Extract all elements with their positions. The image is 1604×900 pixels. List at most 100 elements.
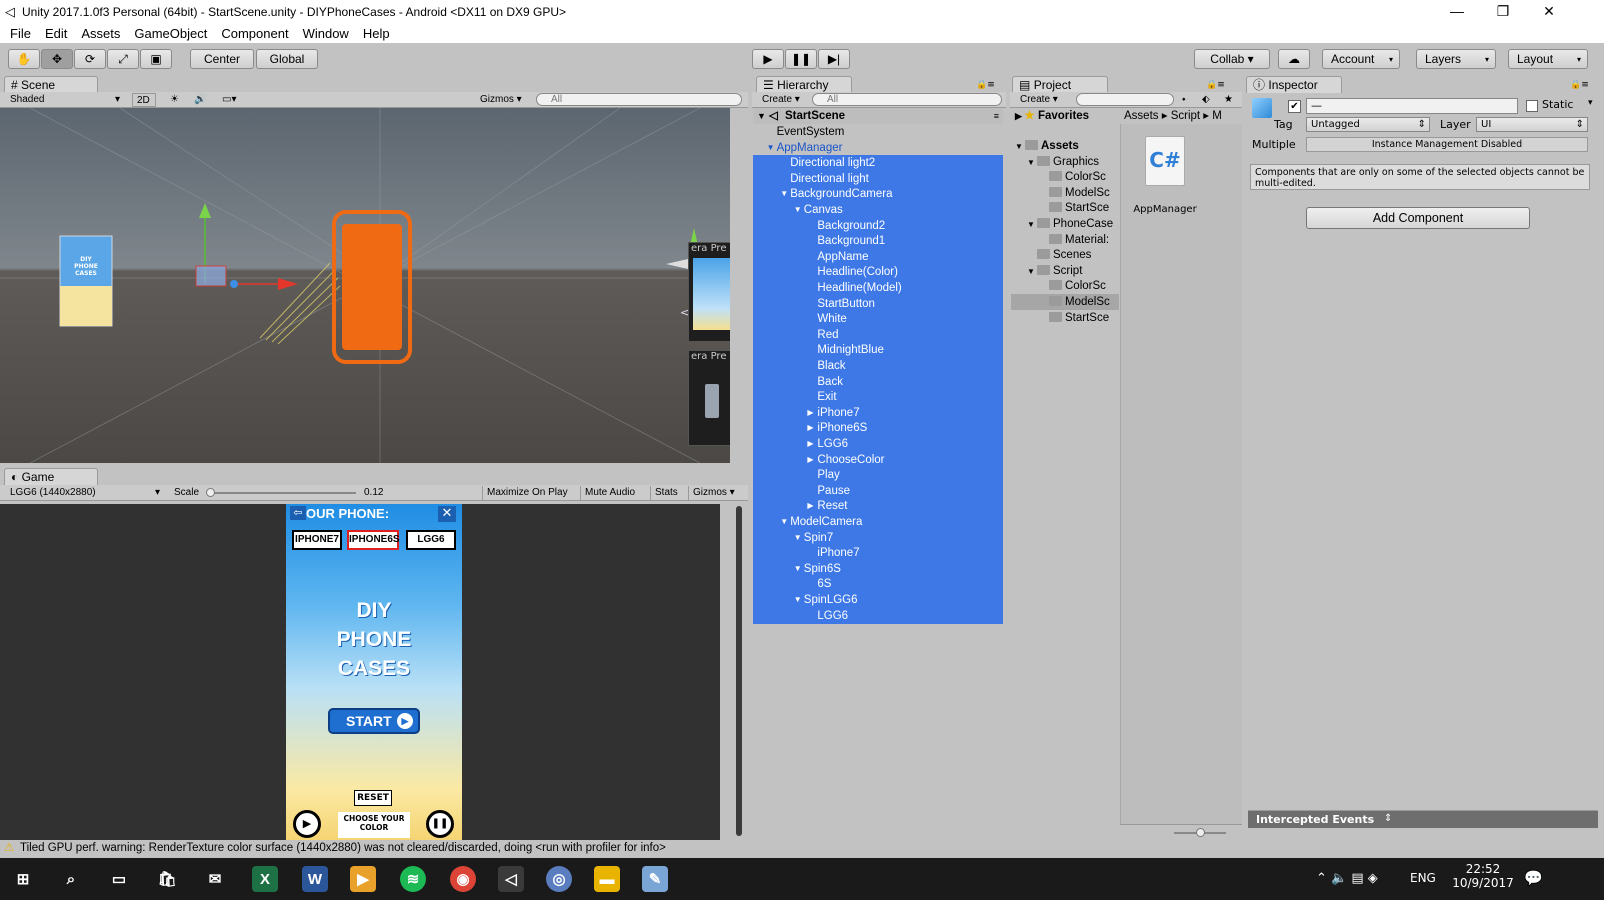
tree-arrow-icon[interactable]: ▼ [1027, 264, 1037, 280]
hierarchy-item[interactable]: Pause [753, 482, 1003, 499]
iphone6s-button[interactable]: IPHONE6S [347, 530, 400, 550]
maximize-button[interactable]: ❐ [1480, 0, 1526, 24]
notifications-icon[interactable]: 💬 [1524, 869, 1543, 887]
hierarchy-item[interactable]: EventSystem [753, 124, 1003, 140]
tab-game[interactable]: ◐ Game [4, 468, 98, 485]
audio-toggle-icon[interactable]: 🔊 [190, 93, 206, 107]
expand-arrow-icon[interactable]: ▼ [794, 202, 802, 218]
active-checkbox[interactable]: ✔ [1288, 100, 1301, 113]
hierarchy-create-dropdown[interactable]: Create ▾ [758, 93, 808, 107]
hierarchy-item[interactable]: ▼ Spin6S [753, 560, 1003, 577]
icon-size-handle[interactable] [1196, 828, 1205, 837]
menu-edit[interactable]: Edit [45, 26, 67, 41]
intercepted-events-bar[interactable]: Intercepted Events ⇕ [1248, 810, 1598, 828]
filter-label-icon[interactable]: ⬖ [1198, 93, 1214, 107]
hierarchy-item[interactable]: ▼ AppManager [753, 140, 1003, 156]
project-folder-item[interactable]: Scenes [1011, 247, 1119, 263]
favorite-star-icon[interactable]: ★ [1220, 93, 1236, 107]
media-player-icon[interactable]: ▶ [350, 866, 376, 892]
pivot-center-button[interactable]: Center [190, 49, 254, 69]
hand-tool-button[interactable]: ✋ [8, 49, 40, 69]
collab-button[interactable]: Collab ▾ [1194, 49, 1270, 69]
static-dropdown-icon[interactable]: ▾ [1588, 98, 1593, 108]
layer-dropdown[interactable]: UI ⇕ [1476, 117, 1588, 132]
tab-scene[interactable]: # Scene [4, 76, 98, 93]
scene-root-row[interactable]: ▼ ◁ StartScene ≡ [753, 108, 1003, 124]
hierarchy-item[interactable]: LGG6 [753, 607, 1003, 624]
hierarchy-item[interactable]: Back [753, 373, 1003, 390]
project-folder-item[interactable]: ▼ Script [1011, 263, 1119, 279]
rotate-tool-button[interactable]: ⟳ [74, 49, 106, 69]
project-folder-item[interactable]: ▼ Graphics [1011, 154, 1119, 170]
app-icon[interactable]: ◎ [546, 866, 572, 892]
hierarchy-item[interactable]: Background1 [753, 233, 1003, 250]
project-lock-icon[interactable]: 🔒≡ [1206, 80, 1225, 90]
reset-button[interactable]: RESET [354, 790, 392, 806]
mail-icon[interactable]: ✉ [202, 866, 228, 892]
collapse-arrow-icon[interactable]: ▶ [807, 498, 813, 514]
project-folder-item[interactable]: ▼ Assets [1011, 138, 1119, 154]
hierarchy-item[interactable]: ▼ ModelCamera [753, 514, 1003, 530]
collapse-arrow-icon[interactable]: ▶ [807, 405, 813, 421]
collapse-arrow-icon[interactable]: ▶ [807, 436, 813, 452]
menu-gameobject[interactable]: GameObject [134, 26, 207, 41]
mute-audio-toggle[interactable]: Mute Audio [580, 486, 648, 500]
hierarchy-item[interactable]: Directional light2 [753, 155, 1003, 172]
back-arrow-icon[interactable]: ⇦ [290, 506, 306, 520]
project-search-input[interactable] [1076, 93, 1174, 106]
expand-arrow-icon[interactable]: ▼ [780, 186, 788, 202]
hierarchy-item[interactable]: ▶ LGG6 [753, 436, 1003, 452]
project-folder-item[interactable]: ▼ PhoneCase [1011, 216, 1119, 232]
windows-start-icon[interactable]: ⊞ [10, 866, 36, 892]
close-button[interactable]: ✕ [1526, 0, 1572, 24]
project-folder-item[interactable]: ColorSc [1011, 278, 1119, 294]
rect-tool-button[interactable]: ▣ [140, 49, 172, 69]
hierarchy-item[interactable]: Exit [753, 389, 1003, 406]
play-button[interactable]: ▶ [752, 49, 784, 69]
scale-slider[interactable] [210, 492, 356, 494]
hierarchy-item[interactable]: ▶ ChooseColor [753, 451, 1003, 468]
menu-assets[interactable]: Assets [81, 26, 120, 41]
search-icon[interactable]: ⌕ [58, 866, 84, 892]
lighting-toggle-icon[interactable]: ☀ [166, 93, 182, 107]
tab-inspector[interactable]: ⓘ Inspector [1246, 76, 1342, 93]
hierarchy-item[interactable]: iPhone7 [753, 545, 1003, 562]
scene-search-input[interactable]: All [536, 93, 742, 106]
store-icon[interactable]: 🛍 [154, 866, 180, 892]
menu-file[interactable]: File [10, 26, 31, 41]
minimize-button[interactable]: — [1434, 0, 1480, 24]
language-indicator[interactable]: ENG [1410, 871, 1436, 885]
hierarchy-item[interactable]: Red [753, 326, 1003, 343]
collapse-arrow-icon[interactable]: ▶ [807, 420, 813, 436]
inspector-lock-icon[interactable]: 🔒≡ [1570, 80, 1589, 90]
tray-icons[interactable]: ⌃ 🔈 ▤ ◈ [1316, 871, 1378, 886]
breadcrumb-assets[interactable]: Assets [1124, 110, 1159, 122]
scene-gizmos-dropdown[interactable]: Gizmos ▾ [476, 93, 528, 107]
status-bar[interactable]: ⚠ Tiled GPU perf. warning: RenderTexture… [0, 840, 1604, 858]
collapse-arrow-icon[interactable]: ▶ [807, 452, 813, 468]
hierarchy-item[interactable]: ▼ Spin7 [753, 529, 1003, 546]
game-gizmos-dropdown[interactable]: Gizmos ▾ [688, 486, 742, 500]
game-view[interactable]: ⇦ OUR PHONE: ✕ IPHONE7 IPHONE6S LGG6 DIY… [0, 504, 720, 840]
project-folder-item[interactable]: ModelSc [1011, 185, 1119, 201]
scale-slider-handle[interactable] [206, 488, 215, 497]
breadcrumb-m[interactable]: M [1212, 110, 1222, 122]
unity-icon[interactable]: ◁ [498, 866, 524, 892]
exit-icon[interactable]: ✕ [438, 506, 456, 522]
menu-help[interactable]: Help [363, 26, 390, 41]
project-folder-item[interactable]: ColorSc [1011, 169, 1119, 185]
file-explorer-icon[interactable]: ▬ [594, 866, 620, 892]
hierarchy-item[interactable]: Headline(Model) [753, 280, 1003, 296]
project-folder-item[interactable]: ModelSc [1011, 294, 1119, 310]
hierarchy-item[interactable]: Black [753, 358, 1003, 374]
asset-label[interactable]: AppManager [1121, 204, 1209, 215]
hierarchy-item[interactable]: ▶ iPhone7 [753, 404, 1003, 421]
pause-button[interactable]: ❚❚ [785, 49, 817, 69]
hierarchy-item[interactable]: Headline(Color) [753, 264, 1003, 281]
scale-tool-button[interactable]: ⤢ [107, 49, 139, 69]
paint-icon[interactable]: ✎ [642, 866, 668, 892]
menu-component[interactable]: Component [221, 26, 288, 41]
layout-dropdown[interactable]: Layout ▾ [1508, 49, 1588, 69]
hierarchy-item[interactable]: StartButton [753, 295, 1003, 312]
hierarchy-item[interactable]: 6S [753, 576, 1003, 593]
